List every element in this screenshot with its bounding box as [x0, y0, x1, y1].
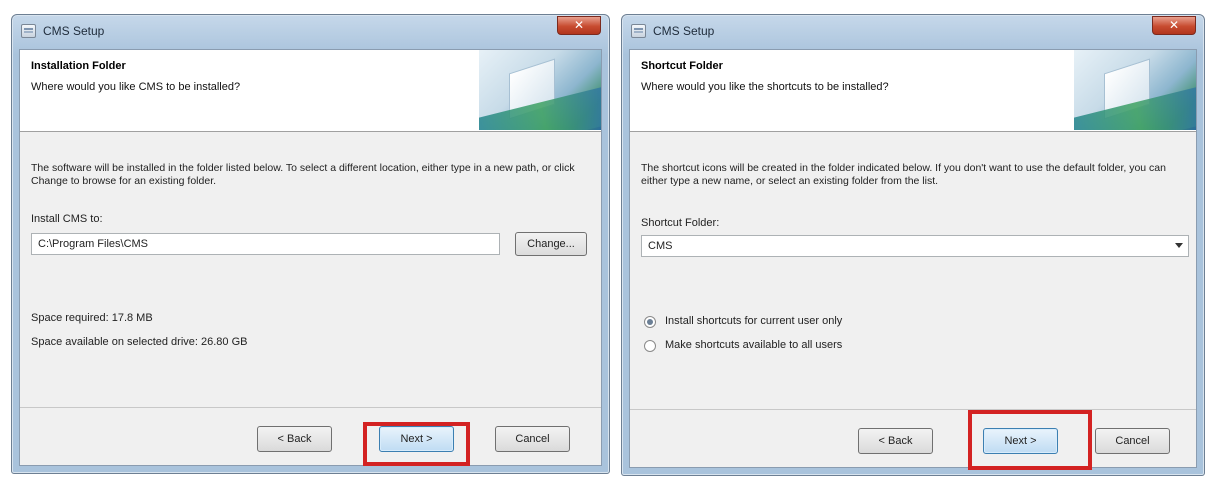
- back-button[interactable]: < Back: [257, 426, 332, 452]
- wizard-header: Installation Folder Where would you like…: [20, 50, 601, 132]
- folder-description: The shortcut icons will be created in th…: [641, 162, 1166, 187]
- radio-label: Install shortcuts for current user only: [665, 315, 843, 327]
- page-subtitle: Where would you like CMS to be installed…: [31, 81, 241, 93]
- wizard-footer: < Back Next > Cancel: [630, 409, 1196, 467]
- wizard-footer: < Back Next > Cancel: [20, 407, 601, 465]
- shortcut-folder-label: Shortcut Folder:: [641, 217, 720, 229]
- wizard-banner-art: [1074, 50, 1196, 130]
- radio-indicator[interactable]: [644, 340, 656, 352]
- folder-description: The software will be installed in the fo…: [31, 162, 575, 187]
- setup-window-installation-folder: CMS Setup ✕ Installation Folder Where wo…: [11, 14, 610, 474]
- radio-current-user[interactable]: Install shortcuts for current user only: [644, 315, 944, 329]
- setup-window-shortcut-folder: CMS Setup ✕ Shortcut Folder Where would …: [621, 14, 1205, 476]
- dropdown-arrow-icon[interactable]: [1175, 243, 1183, 248]
- dialog-client-area: Shortcut Folder Where would you like the…: [629, 49, 1197, 468]
- radio-all-users[interactable]: Make shortcuts available to all users: [644, 339, 944, 353]
- setup-app-icon: [631, 24, 646, 38]
- title-bar[interactable]: CMS Setup ✕: [622, 15, 1204, 49]
- close-button[interactable]: ✕: [1152, 16, 1196, 35]
- title-bar[interactable]: CMS Setup ✕: [12, 15, 609, 49]
- next-button[interactable]: Next >: [379, 426, 454, 452]
- page-title: Installation Folder: [31, 60, 126, 72]
- cancel-button[interactable]: Cancel: [1095, 428, 1170, 454]
- radio-indicator-selected[interactable]: [644, 316, 656, 328]
- window-title: CMS Setup: [43, 24, 105, 38]
- page-title: Shortcut Folder: [641, 60, 723, 72]
- window-title: CMS Setup: [653, 24, 715, 38]
- close-button[interactable]: ✕: [557, 16, 601, 35]
- close-icon: ✕: [573, 18, 585, 32]
- cancel-button[interactable]: Cancel: [495, 426, 570, 452]
- change-button[interactable]: Change...: [515, 232, 587, 256]
- back-button[interactable]: < Back: [858, 428, 933, 454]
- space-required-text: Space required: 17.8 MB: [31, 312, 153, 324]
- shortcut-folder-value: CMS: [648, 240, 673, 252]
- close-icon: ✕: [1168, 18, 1180, 32]
- page-subtitle: Where would you like the shortcuts to be…: [641, 81, 889, 93]
- install-path-label: Install CMS to:: [31, 213, 103, 225]
- install-path-input[interactable]: C:\Program Files\CMS: [31, 233, 500, 255]
- wizard-body: The software will be installed in the fo…: [20, 132, 601, 407]
- wizard-header: Shortcut Folder Where would you like the…: [630, 50, 1196, 132]
- wizard-banner-art: [479, 50, 601, 130]
- radio-label: Make shortcuts available to all users: [665, 339, 843, 351]
- dialog-client-area: Installation Folder Where would you like…: [19, 49, 602, 466]
- wizard-body: The shortcut icons will be created in th…: [630, 132, 1196, 409]
- space-available-text: Space available on selected drive: 26.80…: [31, 336, 248, 348]
- next-button[interactable]: Next >: [983, 428, 1058, 454]
- setup-app-icon: [21, 24, 36, 38]
- shortcut-folder-combobox[interactable]: CMS: [641, 235, 1189, 257]
